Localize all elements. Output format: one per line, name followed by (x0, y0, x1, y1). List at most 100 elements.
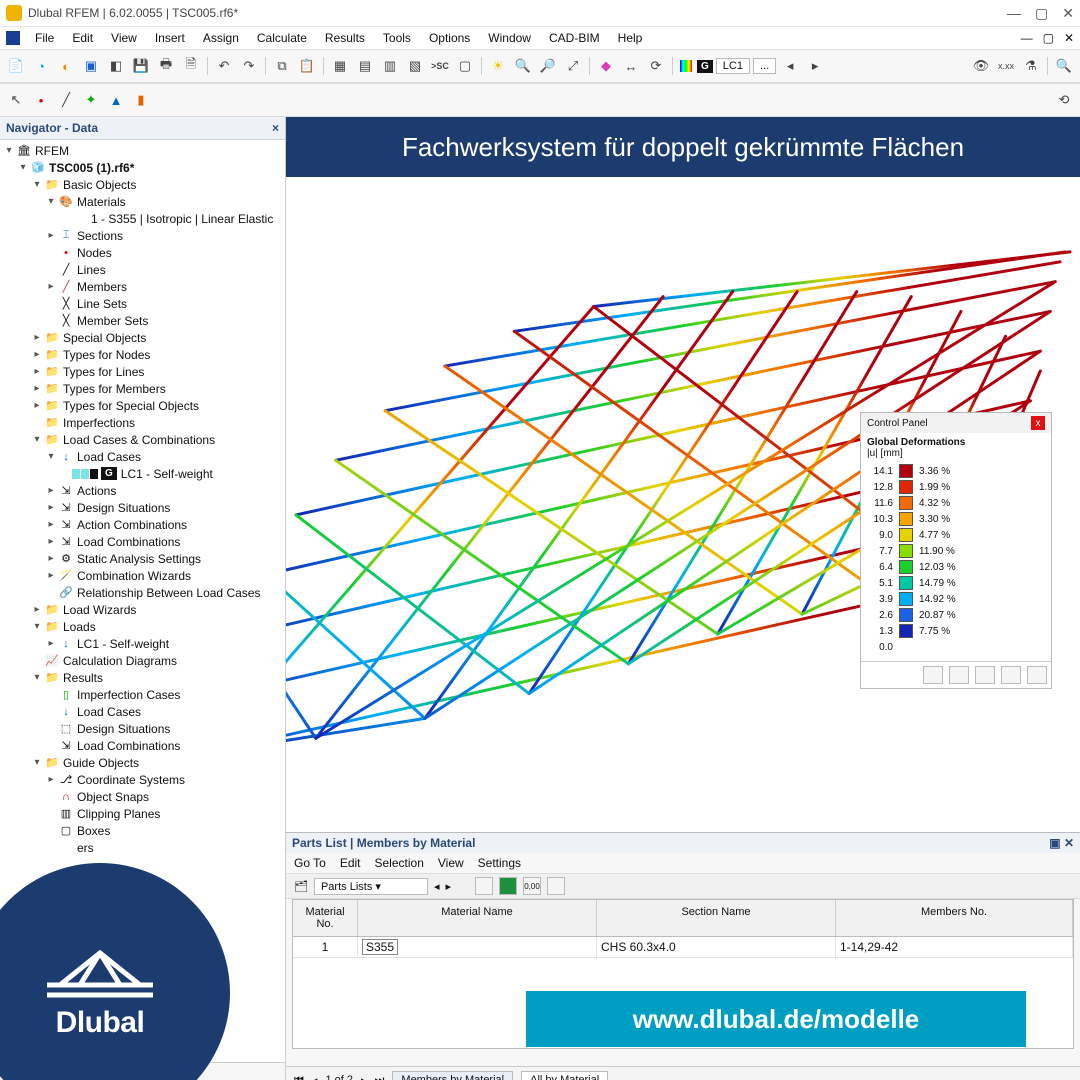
tree-rel[interactable]: Relationship Between Load Cases (77, 586, 260, 600)
undo-icon[interactable]: ↶ (213, 55, 235, 77)
tree-boxes[interactable]: Boxes (77, 824, 110, 838)
parts-tb-btn4[interactable] (547, 877, 565, 895)
tree-impcases[interactable]: Imperfection Cases (77, 688, 180, 702)
paste-icon[interactable]: 📋 (296, 55, 318, 77)
parts-panel-buttons[interactable]: ▣ ✕ (1049, 836, 1074, 850)
maximize-button[interactable]: ▢ (1035, 5, 1048, 22)
cube-icon[interactable]: ◧ (105, 55, 127, 77)
next-lc-icon[interactable]: ▸ (804, 55, 826, 77)
cursor-icon[interactable]: ↖ (5, 89, 27, 111)
line-icon[interactable]: ╱ (55, 89, 77, 111)
tree-lc1[interactable]: LC1 - Self-weight (121, 467, 213, 481)
tree-rds[interactable]: Design Situations (77, 722, 170, 736)
inner-maximize-button[interactable]: ▢ (1043, 31, 1054, 45)
menu-assign[interactable]: Assign (196, 29, 246, 47)
menu-edit[interactable]: Edit (65, 29, 100, 47)
tree-members[interactable]: Members (77, 280, 127, 294)
menu-file[interactable]: File (28, 29, 61, 47)
solid-icon[interactable]: ▮ (130, 89, 152, 111)
tree-nodes[interactable]: Nodes (77, 246, 112, 260)
rotate-icon[interactable]: ⟳ (645, 55, 667, 77)
eye-icon[interactable]: 👁 (970, 55, 992, 77)
view1-icon[interactable]: ▦ (329, 55, 351, 77)
tree-lcomb[interactable]: Load Combinations (77, 535, 180, 549)
menu-view[interactable]: View (104, 29, 144, 47)
legend-btn4-icon[interactable] (1001, 666, 1021, 684)
move-icon[interactable]: ↔ (620, 55, 642, 77)
print-icon[interactable]: 🖶 (155, 55, 177, 77)
refresh-icon[interactable]: ⟲ (1053, 89, 1075, 111)
surface-icon[interactable]: ▲ (105, 89, 127, 111)
menu-results[interactable]: Results (318, 29, 372, 47)
copy-icon[interactable]: ⧉ (271, 55, 293, 77)
view4-icon[interactable]: ▧ (404, 55, 426, 77)
new-icon[interactable]: 📄 (5, 55, 27, 77)
menu-tools[interactable]: Tools (376, 29, 418, 47)
menu-insert[interactable]: Insert (148, 29, 192, 47)
legend-btn5-icon[interactable] (1027, 666, 1047, 684)
redo-icon[interactable]: ↷ (238, 55, 260, 77)
tab-all-by-material[interactable]: All by Material (521, 1071, 608, 1080)
pager-prev-icon[interactable]: ◂ (312, 1074, 318, 1080)
tree-imperf[interactable]: Imperfections (63, 416, 135, 430)
parts-menu-selection[interactable]: Selection (375, 856, 424, 870)
blank-icon[interactable]: ▢ (454, 55, 476, 77)
zoom-fit-icon[interactable]: ⤢ (562, 55, 584, 77)
menu-window[interactable]: Window (481, 29, 538, 47)
parts-tb-num-icon[interactable]: 0,00 (523, 877, 541, 895)
select-icon[interactable]: ◆ (595, 55, 617, 77)
menu-options[interactable]: Options (422, 29, 477, 47)
tree-osnaps[interactable]: Object Snaps (77, 790, 149, 804)
menu-help[interactable]: Help (611, 29, 650, 47)
dim-icon[interactable]: x.xx (995, 55, 1017, 77)
view3-icon[interactable]: ▥ (379, 55, 401, 77)
tree-special[interactable]: Special Objects (63, 331, 146, 345)
tree-sas[interactable]: Static Analysis Settings (77, 552, 201, 566)
tree-lines[interactable]: Lines (77, 263, 106, 277)
parts-menu-goto[interactable]: Go To (294, 856, 326, 870)
view2-icon[interactable]: ▤ (354, 55, 376, 77)
tree-material-1[interactable]: 1 - S355 | Isotropic | Linear Elastic (91, 212, 273, 226)
parts-tb-excel-icon[interactable] (499, 877, 517, 895)
parts-menu-view[interactable]: View (438, 856, 464, 870)
save-icon[interactable]: 💾 (130, 55, 152, 77)
filter-icon[interactable]: ⚗ (1020, 55, 1042, 77)
sc-icon[interactable]: >SC (429, 55, 451, 77)
tree-results[interactable]: Results (63, 671, 103, 685)
tree-dsit[interactable]: Design Situations (77, 501, 170, 515)
node-icon[interactable]: • (30, 89, 52, 111)
tree-csys[interactable]: Coordinate Systems (77, 773, 185, 787)
zoom-out-icon[interactable]: 🔎 (537, 55, 559, 77)
tree-acomb[interactable]: Action Combinations (77, 518, 187, 532)
tree-rlco[interactable]: Load Combinations (77, 739, 180, 753)
menu-calculate[interactable]: Calculate (250, 29, 314, 47)
tree-cwiz[interactable]: Combination Wizards (77, 569, 191, 583)
parts-selector[interactable]: Parts Lists ▾ (314, 878, 428, 895)
bulb-icon[interactable]: ☀ (487, 55, 509, 77)
restore-down-button[interactable]: — (1021, 31, 1033, 45)
tree-clip[interactable]: Clipping Planes (77, 807, 160, 821)
tree-lwiz[interactable]: Load Wizards (63, 603, 136, 617)
legend-btn1-icon[interactable] (923, 666, 943, 684)
inner-close-button[interactable]: ✕ (1064, 31, 1074, 45)
model-icon[interactable]: ▣ (80, 55, 102, 77)
tree-root[interactable]: RFEM (35, 144, 69, 158)
tree-tlines[interactable]: Types for Lines (63, 365, 144, 379)
tab-members-by-material[interactable]: Members by Material (392, 1071, 513, 1080)
tree-guide[interactable]: Guide Objects (63, 756, 139, 770)
pager-next-icon[interactable]: ▸ (361, 1074, 367, 1080)
table-row[interactable]: 1 S355 CHS 60.3x4.0 1-14,29-42 (293, 937, 1073, 958)
tree-rlc[interactable]: Load Cases (77, 705, 141, 719)
tree-ers[interactable]: ers (77, 841, 94, 855)
parts-next-icon[interactable]: ▸ (446, 880, 452, 893)
tree-membersets[interactable]: Member Sets (77, 314, 148, 328)
parts-tb-btn1[interactable] (475, 877, 493, 895)
tree-tmembers[interactable]: Types for Members (63, 382, 166, 396)
search-tool-icon[interactable]: 🔍 (1053, 55, 1075, 77)
tree-tspecial[interactable]: Types for Special Objects (63, 399, 199, 413)
tree-loads[interactable]: Loads (63, 620, 96, 634)
load-case-selector[interactable]: LC1 (716, 58, 750, 74)
tree-calcdiag[interactable]: Calculation Diagrams (63, 654, 177, 668)
parts-menu-settings[interactable]: Settings (478, 856, 521, 870)
recent-icon[interactable]: ◐ (55, 55, 77, 77)
